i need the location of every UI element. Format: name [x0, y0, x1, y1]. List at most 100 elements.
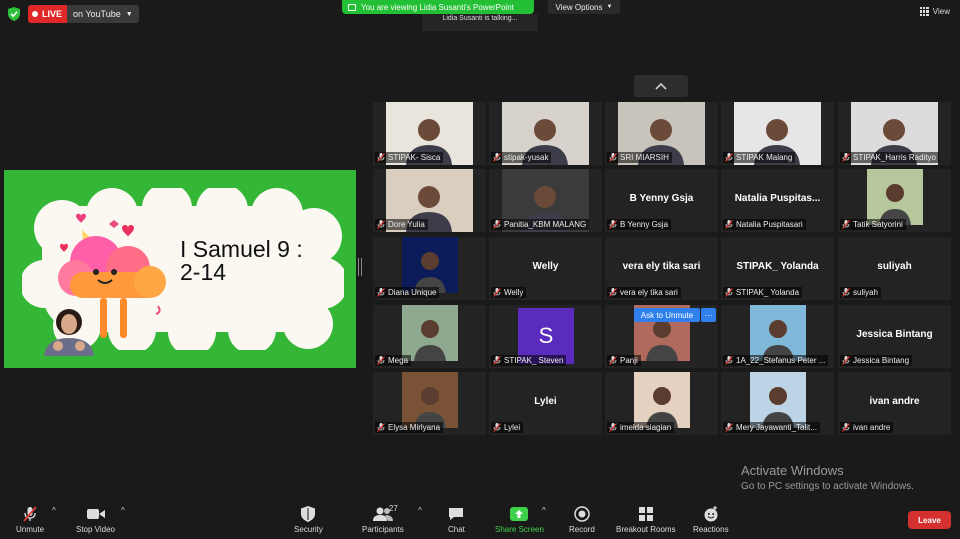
security-shield-icon[interactable] [8, 7, 20, 21]
security-label: Security [294, 525, 323, 534]
stream-target-dropdown[interactable]: on YouTube ▼ [67, 5, 139, 23]
participant-tile[interactable]: Lylei Lylei [489, 372, 602, 435]
participant-display-name: Lylei [534, 396, 557, 407]
record-button[interactable]: Record [569, 506, 595, 534]
share-screen-arrow-icon [510, 507, 529, 521]
participant-name-label: Panji [607, 355, 641, 366]
screen-share-icon [348, 3, 356, 11]
participant-name: B Yenny Gsja [620, 220, 669, 229]
participant-tile[interactable]: STIPAK_Harris Radityo [838, 102, 951, 165]
participant-name-label: Diana Unique [375, 287, 440, 298]
participant-tile[interactable]: STIPAK_ Yolanda STIPAK_ Yolanda [721, 237, 834, 300]
participant-tile[interactable]: Natalia Puspitas... Natalia Puspitasari [721, 169, 834, 232]
participant-name-label: Mega [375, 355, 412, 366]
mic-muted-icon [725, 423, 733, 432]
more-options-button[interactable]: ··· [701, 308, 716, 322]
mic-muted-icon [377, 220, 385, 229]
participants-caret-icon[interactable]: ^ [418, 506, 422, 515]
audio-options-caret-icon[interactable]: ^ [52, 506, 56, 515]
participant-tile[interactable]: Dore Yulia [373, 169, 486, 232]
talking-indicator: Lidia Susanti is talking... [422, 14, 538, 31]
participant-tile[interactable]: ivan andre ivan andre [838, 372, 951, 435]
participant-name: suliyah [853, 288, 878, 297]
mic-muted-icon [842, 220, 850, 229]
participant-tile[interactable]: S STIPAK_ Steven [489, 305, 602, 368]
participant-name: SRI MIARSIH [620, 153, 669, 162]
participant-name: Natalia Puspitasari [736, 220, 803, 229]
participant-name-label: B Yenny Gsja [607, 219, 672, 230]
mic-muted-icon [842, 356, 850, 365]
mic-muted-icon [493, 356, 501, 365]
chat-label: Chat [448, 525, 465, 534]
video-options-caret-icon[interactable]: ^ [121, 506, 125, 515]
participant-name: STIPAK_ Yolanda [736, 288, 800, 297]
participant-tile[interactable]: Welly Welly [489, 237, 602, 300]
participant-photo [750, 372, 806, 428]
participant-tile[interactable]: SRI MIARSIH [605, 102, 718, 165]
participant-tile[interactable]: STIPAK Malang [721, 102, 834, 165]
shared-slide: I Samuel 9 : 2-14 [4, 170, 356, 368]
breakout-rooms-button[interactable]: Breakout Rooms [616, 506, 676, 534]
participant-tile[interactable]: B Yenny Gsja B Yenny Gsja [605, 169, 718, 232]
participant-name: Mery Jayawanti_Talit... [736, 423, 817, 432]
participant-tile[interactable]: Diana Unique [373, 237, 486, 300]
participant-tile[interactable]: imelda siagian [605, 372, 718, 435]
gallery-scroll-up-button[interactable] [634, 75, 688, 97]
split-divider-handle[interactable] [358, 258, 362, 276]
participant-name: STIPAK Malang [736, 153, 793, 162]
participants-button[interactable]: 27 Participants [362, 504, 404, 534]
viewing-banner-text: You are viewing Lidia Susanti's PowerPoi… [361, 2, 514, 12]
participant-tile[interactable]: stipak-yusak [489, 102, 602, 165]
participants-count: 27 [388, 504, 398, 513]
reactions-button[interactable]: Reactions [693, 506, 729, 534]
participants-label: Participants [362, 525, 404, 534]
participant-name: Panji [620, 356, 638, 365]
participant-name-label: Panitia_KBM MALANG [491, 219, 590, 230]
unmute-button[interactable]: Unmute [16, 506, 44, 534]
mic-muted-icon [493, 423, 501, 432]
participant-name: STIPAK- Sisca [388, 153, 441, 162]
mic-muted-icon [609, 220, 617, 229]
participant-tile[interactable]: STIPAK- Sisca [373, 102, 486, 165]
participant-name: Lylei [504, 423, 521, 432]
live-badge: LIVE [28, 5, 68, 23]
caret-down-icon: ▼ [606, 4, 613, 10]
chat-button[interactable]: Chat [448, 506, 465, 534]
participant-name-label: stipak-yusak [491, 152, 552, 163]
ask-to-unmute-button[interactable]: Ask to Unmute [634, 308, 700, 322]
participant-tile[interactable]: Mega [373, 305, 486, 368]
participant-name: STIPAK_ Steven [504, 356, 564, 365]
share-screen-button[interactable]: Share Screen [495, 506, 544, 534]
share-screen-caret-icon[interactable]: ^ [542, 506, 546, 515]
participant-tile[interactable]: Mery Jayawanti_Talit... [721, 372, 834, 435]
mic-muted-icon [609, 356, 617, 365]
slide-title: I Samuel 9 : 2-14 [180, 238, 303, 284]
mic-muted-icon [609, 153, 617, 162]
view-options-button[interactable]: View Options ▼ [548, 0, 620, 14]
security-button[interactable]: Security [294, 506, 323, 534]
participant-tile[interactable]: Elysa Mirlyana [373, 372, 486, 435]
participant-name-label: Dore Yulia [375, 219, 428, 230]
participant-tile[interactable]: vera ely tika sari vera ely tika sari [605, 237, 718, 300]
participant-tile[interactable]: Panitia_KBM MALANG [489, 169, 602, 232]
participant-name-label: STIPAK Malang [723, 152, 796, 163]
participant-name-label: Welly [491, 287, 527, 298]
participant-tile[interactable]: Jessica Bintang Jessica Bintang [838, 305, 951, 368]
view-button[interactable]: View [919, 7, 950, 16]
slide-title-line-2: 2-14 [180, 259, 227, 285]
participant-name: Welly [504, 288, 524, 297]
participant-tile[interactable]: Tatik Satyorini [838, 169, 951, 232]
view-label: View [932, 7, 950, 16]
participant-photo [750, 305, 806, 361]
participant-display-name: vera ely tika sari [622, 261, 701, 272]
participant-display-name: ivan andre [869, 396, 920, 407]
participant-name: STIPAK_Harris Radityo [853, 153, 936, 162]
meeting-toolbar: Unmute ^ Stop Video ^ Security 27 Partic… [0, 500, 960, 539]
participant-tile[interactable]: suliyah suliyah [838, 237, 951, 300]
slide-title-line-1: I Samuel 9 : [180, 236, 303, 262]
participant-name-label: STIPAK_Harris Radityo [840, 152, 939, 163]
stop-video-button[interactable]: Stop Video [76, 506, 115, 534]
live-stream-indicator[interactable]: LIVE on YouTube ▼ [28, 5, 139, 23]
leave-meeting-button[interactable]: Leave [908, 511, 951, 529]
participant-tile[interactable]: 1A_22_Stefanus Peter ... [721, 305, 834, 368]
